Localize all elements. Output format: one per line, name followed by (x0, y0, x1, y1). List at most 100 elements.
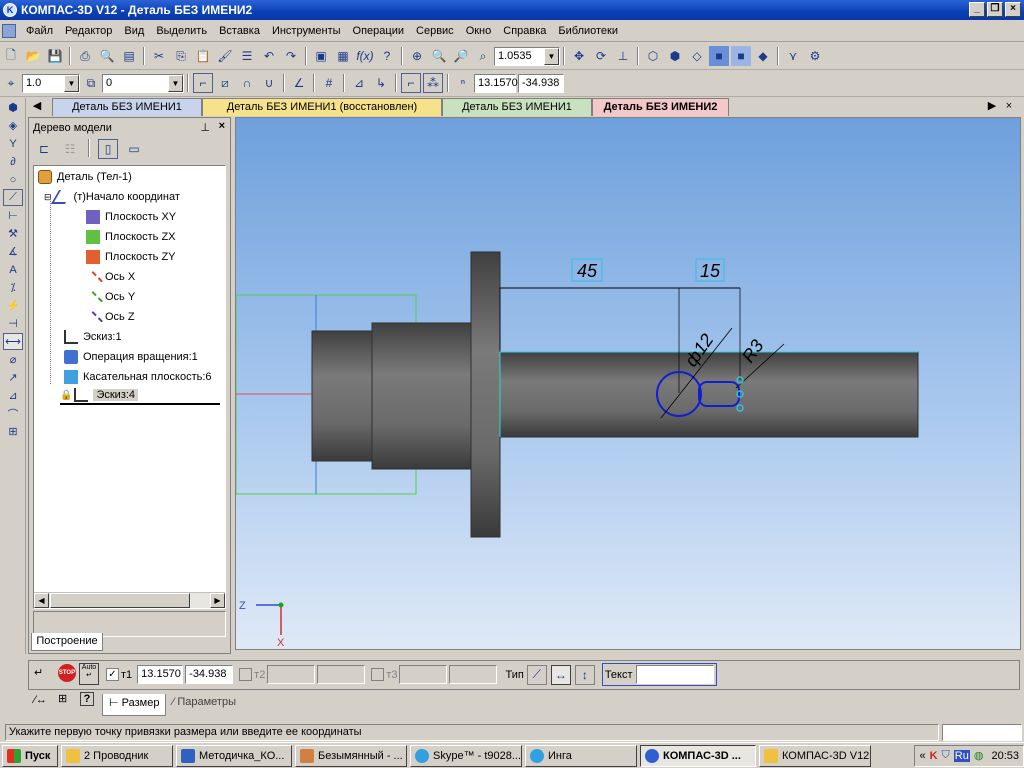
tab-size[interactable]: ⊢ Размер (102, 694, 167, 716)
dimensions-icon[interactable]: ⊢ (3, 207, 23, 224)
tab-construction[interactable]: Построение (31, 633, 103, 651)
hidden-lines-icon[interactable]: ⬢ (665, 46, 685, 66)
zoom-in-icon[interactable]: 🔍 (429, 46, 449, 66)
taskbar-inga[interactable]: Инга (525, 744, 637, 767)
list-icon[interactable]: ☰ (237, 46, 257, 66)
sketch-mode-icon[interactable]: ⌐ (193, 73, 213, 93)
cut-icon[interactable]: ✂ (149, 46, 169, 66)
menu-libraries[interactable]: Библиотеки (552, 25, 624, 37)
tree-item-origin[interactable]: ⊟ (т)Начало координат (44, 188, 180, 206)
perspective-icon[interactable]: ◆ (753, 46, 773, 66)
t2-y-field[interactable] (317, 665, 366, 684)
taskbar-word[interactable]: Методичка_КО... (176, 744, 292, 767)
menu-operations[interactable]: Операции (347, 25, 410, 37)
chevron-down-icon[interactable]: ▼ (168, 74, 183, 92)
angle-icon[interactable]: ∡ (3, 243, 23, 260)
filter-icon[interactable]: ⋎ (783, 46, 803, 66)
shaded-edges-icon[interactable]: ■ (731, 46, 751, 66)
scroll-right-icon[interactable]: ▶ (210, 593, 225, 608)
undo-icon[interactable]: ↶ (259, 46, 279, 66)
tree-item-sketch-4[interactable]: 🔒 Эскиз:4 (60, 387, 220, 405)
orientation-icon[interactable]: ⊥ (613, 46, 633, 66)
security-icon[interactable]: ⛉ (942, 749, 950, 762)
tree-view-icon[interactable]: ▯ (98, 139, 118, 159)
shaded-icon[interactable]: ■ (709, 46, 729, 66)
open-icon[interactable]: 📂 (23, 46, 43, 66)
scroll-thumb[interactable] (50, 593, 190, 608)
enter-icon[interactable]: ↵ (34, 666, 43, 679)
t2-checkbox[interactable] (239, 668, 253, 681)
save-icon[interactable]: 💾 (45, 46, 65, 66)
t3-y-field[interactable] (449, 665, 498, 684)
model-viewport[interactable]: 45 15 ф12 R3 Z X (235, 117, 1021, 650)
scroll-left-icon[interactable]: ◀ (34, 593, 49, 608)
variables-icon[interactable]: f(x) (355, 46, 375, 66)
grid-target-icon[interactable]: ⊞ (58, 692, 67, 705)
tree-item-axis-z[interactable]: Ось Z (83, 308, 135, 331)
diameter-dim-icon[interactable]: ⌀ (3, 351, 23, 368)
help-pointer-icon[interactable]: ? (377, 46, 397, 66)
round-icon[interactable]: ⌐ (401, 73, 421, 93)
coord-x-field[interactable]: 13.1570 (474, 73, 518, 93)
close-button[interactable]: × (1005, 2, 1021, 17)
tab-document-1-copy[interactable]: Деталь БЕЗ ИМЕНИ1 (442, 98, 592, 116)
hammer-icon[interactable]: ⚒ (3, 225, 23, 242)
t1-x-field[interactable]: 13.1570 (137, 665, 184, 684)
parametrize-icon[interactable]: ⁒ (3, 279, 23, 296)
taskbar-skype[interactable]: Skype™ - t9028... (410, 744, 522, 767)
taskbar-explorer[interactable]: 2 Проводник (61, 744, 173, 767)
tab-params[interactable]: ⁄ Параметры (166, 694, 242, 716)
menu-insert[interactable]: Вставка (213, 25, 266, 37)
tabs-right-arrow-icon[interactable]: ▶ (985, 98, 999, 116)
zoom-out-icon[interactable]: 🔎 (451, 46, 471, 66)
restore-button[interactable]: ❐ (987, 2, 1003, 17)
redo-icon[interactable]: ↷ (281, 46, 301, 66)
tree-item-sketch-1[interactable]: Эскиз:1 (64, 328, 122, 346)
tree-doc-icon[interactable]: ▭ (124, 139, 144, 159)
taskbar-kompas[interactable]: КОМПАС-3D V12 (759, 744, 871, 767)
menu-help[interactable]: Справка (497, 25, 552, 37)
tabs-left-arrow-icon[interactable]: ◀ (28, 98, 46, 116)
magnet-off-icon[interactable]: ∪ (259, 73, 279, 93)
tab-document-1[interactable]: Деталь БЕЗ ИМЕНИ1 (52, 98, 202, 116)
dim-type-1-icon[interactable]: ⟋ (526, 664, 547, 685)
start-button[interactable]: Пуск (2, 744, 58, 767)
tree-scrollbar[interactable]: ◀ ▶ (34, 592, 225, 608)
pipe-icon[interactable]: ∂ (3, 153, 23, 170)
zoom-scale-icon[interactable]: ⌕ (473, 46, 493, 66)
menu-file[interactable]: Файл (20, 25, 59, 37)
stop-button[interactable]: STOP (58, 664, 76, 682)
layer-icon[interactable]: ⧉ (81, 73, 101, 93)
t1-checkbox[interactable]: ✓ (106, 668, 119, 681)
tree-filter-icon[interactable]: ☷ (60, 139, 80, 159)
zoom-combo[interactable]: 1.0535 ▼ (494, 46, 560, 66)
chevron-down-icon[interactable]: ▼ (544, 47, 559, 65)
text-field[interactable] (635, 665, 714, 684)
magnet-icon[interactable]: ∩ (237, 73, 257, 93)
scale-combo[interactable]: 1.0 ▼ (22, 73, 80, 93)
filter-icon[interactable]: Y (3, 135, 23, 152)
radial-dim-icon[interactable]: ↗ (3, 369, 23, 386)
zoom-window-icon[interactable]: ⊕ (407, 46, 427, 66)
t1-y-field[interactable]: -34.938 (185, 665, 234, 684)
settings-icon[interactable]: ⚙ (805, 46, 825, 66)
network-icon[interactable]: ◍ (974, 749, 984, 762)
minimize-button[interactable]: _ (969, 2, 985, 17)
tree-structure-icon[interactable]: ⊏ (34, 139, 54, 159)
tree-item-axis-x[interactable]: Ось X (83, 268, 135, 291)
taskbar-paint[interactable]: Безымянный - ... (295, 744, 407, 767)
wireframe-icon[interactable]: ⬡ (643, 46, 663, 66)
grid-icon[interactable]: # (319, 73, 339, 93)
tree-item-axis-y[interactable]: Ось Y (83, 288, 135, 311)
tree-item-plane-zx[interactable]: Плоскость ZX (86, 228, 176, 246)
tray-expand-icon[interactable]: « (919, 750, 925, 762)
local-cs-icon[interactable]: ⊿ (349, 73, 369, 93)
tree-item-revolve[interactable]: Операция вращения:1 (64, 348, 198, 366)
text-icon[interactable]: A (3, 261, 23, 278)
close-panel-icon[interactable]: × (219, 120, 225, 132)
linear-dim-active-icon[interactable]: ⟷ (3, 333, 23, 350)
copy-icon[interactable]: ⎘ (171, 46, 191, 66)
layer-combo[interactable]: 0 ▼ (102, 73, 184, 93)
help-icon[interactable]: ? (80, 692, 94, 706)
measure-icon[interactable]: ⚡ (3, 297, 23, 314)
